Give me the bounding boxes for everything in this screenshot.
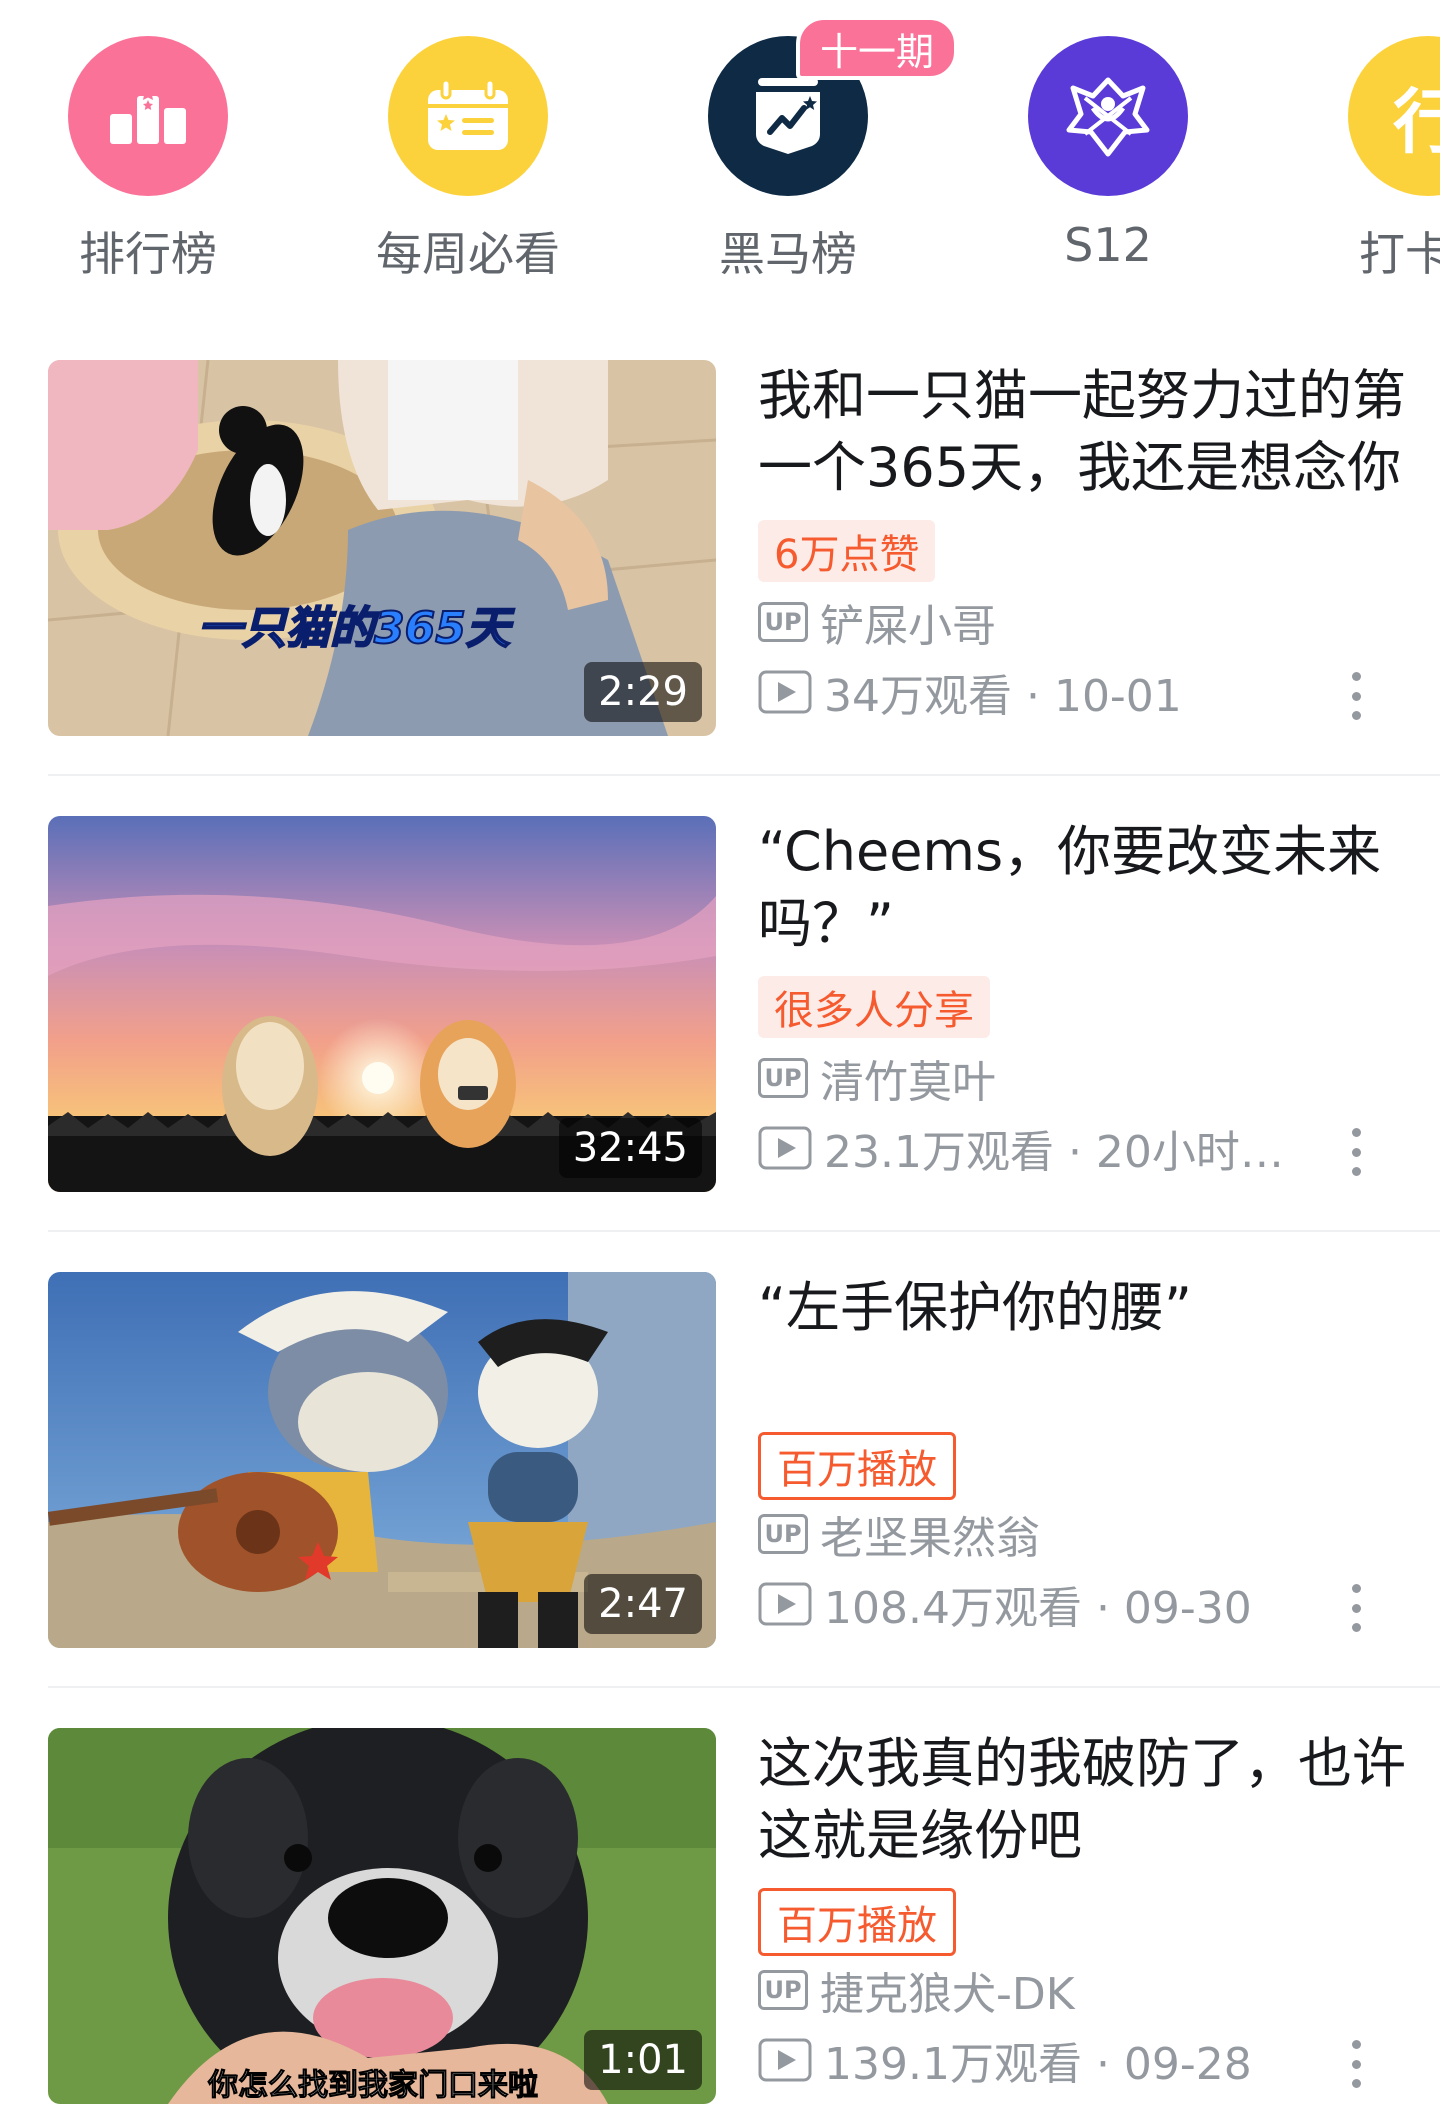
- video-title[interactable]: “左手保护你的腰”: [758, 1272, 1408, 1344]
- up-icon: UP: [758, 602, 808, 642]
- category-label: 黑马榜: [719, 227, 857, 281]
- video-tag: 很多人分享: [758, 976, 990, 1038]
- category-s12[interactable]: S12: [1008, 36, 1208, 272]
- more-options-icon[interactable]: [1336, 672, 1376, 720]
- divider: [48, 774, 1440, 776]
- more-options-icon[interactable]: [1336, 1584, 1376, 1632]
- up-icon: UP: [758, 1058, 808, 1098]
- video-thumbnail[interactable]: 2:47: [48, 1272, 716, 1648]
- video-card[interactable]: 32:45 “Cheems，你要改变未来吗？” 很多人分享 UP 清竹莫叶 23…: [48, 816, 1440, 1192]
- category-ranking[interactable]: 排行榜: [48, 36, 248, 284]
- video-tag: 6万点赞: [758, 520, 936, 582]
- video-info: “Cheems，你要改变未来吗？” 很多人分享 UP 清竹莫叶 23.1万观看 …: [758, 816, 1438, 1192]
- video-duration: 32:45: [558, 1118, 702, 1178]
- play-count-icon: [758, 2038, 812, 2082]
- video-info: 我和一只猫一起努力过的第一个365天，我还是想念你 6万点赞 UP 铲屎小哥 3…: [758, 360, 1438, 736]
- category-label: S12: [1064, 218, 1152, 272]
- more-options-icon[interactable]: [1336, 1128, 1376, 1176]
- uploader-line[interactable]: UP 老坚果然翁: [758, 1504, 1040, 1564]
- divider: [48, 1230, 1440, 1232]
- uploader-line[interactable]: UP 铲屎小哥: [758, 592, 996, 652]
- stats-line: 34万观看 · 10-01: [758, 662, 1298, 722]
- video-card[interactable]: 2:47 “左手保护你的腰” 百万播放 UP 老坚果然翁 108.4万观看 · …: [48, 1272, 1440, 1648]
- video-thumbnail[interactable]: 32:45: [48, 816, 716, 1192]
- video-title[interactable]: 这次我真的我破防了，也许这就是缘份吧: [758, 1728, 1408, 1872]
- video-card[interactable]: 一只猫的365天 2:29 我和一只猫一起努力过的第一个365天，我还是想念你 …: [48, 360, 1440, 736]
- video-info: 这次我真的我破防了，也许这就是缘份吧 百万播放 UP 捷克狼犬-DK 139.1…: [758, 1728, 1438, 2104]
- video-thumbnail[interactable]: 一只猫的365天 2:29: [48, 360, 716, 736]
- video-title[interactable]: “Cheems，你要改变未来吗？”: [758, 816, 1408, 960]
- video-tag: 百万播放: [758, 1432, 956, 1500]
- ranking-podium-icon: [68, 36, 228, 196]
- uploader-line[interactable]: UP 捷克狼犬-DK: [758, 1960, 1075, 2020]
- video-stats: 108.4万观看 · 09-30: [824, 1583, 1252, 1634]
- divider: [48, 1686, 1440, 1688]
- stats-line: 139.1万观看 · 09-28: [758, 2030, 1298, 2090]
- category-row: 排行榜 每周必看 黑马榜 十一期 S12 行 打卡: [0, 0, 1440, 300]
- play-count-icon: [758, 1582, 812, 1626]
- issue-badge: 十一期: [796, 16, 959, 80]
- video-duration: 1:01: [584, 2030, 702, 2090]
- video-thumbnail[interactable]: 你怎么找到我家门口来啦 1:01: [48, 1728, 716, 2104]
- category-label: 打卡中: [1359, 227, 1440, 281]
- up-icon: UP: [758, 1514, 808, 1554]
- uploader-name[interactable]: 捷克狼犬-DK: [820, 1958, 1075, 2022]
- category-checkin[interactable]: 行 打卡中: [1328, 36, 1440, 284]
- category-label: 排行榜: [79, 227, 217, 281]
- uploader-name[interactable]: 铲屎小哥: [820, 590, 996, 654]
- stats-line: 108.4万观看 · 09-30: [758, 1574, 1298, 1634]
- video-tag: 百万播放: [758, 1888, 956, 1956]
- video-title[interactable]: 我和一只猫一起努力过的第一个365天，我还是想念你: [758, 360, 1408, 504]
- video-duration: 2:47: [584, 1574, 702, 1634]
- video-duration: 2:29: [584, 662, 702, 722]
- video-stats: 34万观看 · 10-01: [824, 671, 1182, 722]
- play-count-icon: [758, 1126, 812, 1170]
- category-label: 每周必看: [376, 227, 560, 281]
- checkin-icon: 行: [1348, 36, 1440, 196]
- category-weekly[interactable]: 每周必看: [368, 36, 568, 284]
- thumbnail-caption: 你怎么找到我家门口来啦: [208, 2068, 539, 2104]
- uploader-name[interactable]: 清竹莫叶: [820, 1046, 996, 1110]
- video-stats: 139.1万观看 · 09-28: [824, 2039, 1252, 2090]
- uploader-line[interactable]: UP 清竹莫叶: [758, 1048, 996, 1108]
- play-count-icon: [758, 670, 812, 714]
- stats-line: 23.1万观看 · 20小时…: [758, 1118, 1298, 1178]
- video-stats: 23.1万观看 · 20小时…: [824, 1127, 1284, 1178]
- uploader-name[interactable]: 老坚果然翁: [820, 1502, 1040, 1566]
- up-icon: UP: [758, 1970, 808, 2010]
- video-card[interactable]: 你怎么找到我家门口来啦 1:01 这次我真的我破防了，也许这就是缘份吧 百万播放…: [48, 1728, 1440, 2104]
- thumbnail-caption: 一只猫的365天: [197, 602, 511, 655]
- calendar-star-icon: [388, 36, 548, 196]
- more-options-icon[interactable]: [1336, 2040, 1376, 2088]
- video-info: “左手保护你的腰” 百万播放 UP 老坚果然翁 108.4万观看 · 09-30: [758, 1272, 1438, 1648]
- s12-emblem-icon: [1028, 36, 1188, 196]
